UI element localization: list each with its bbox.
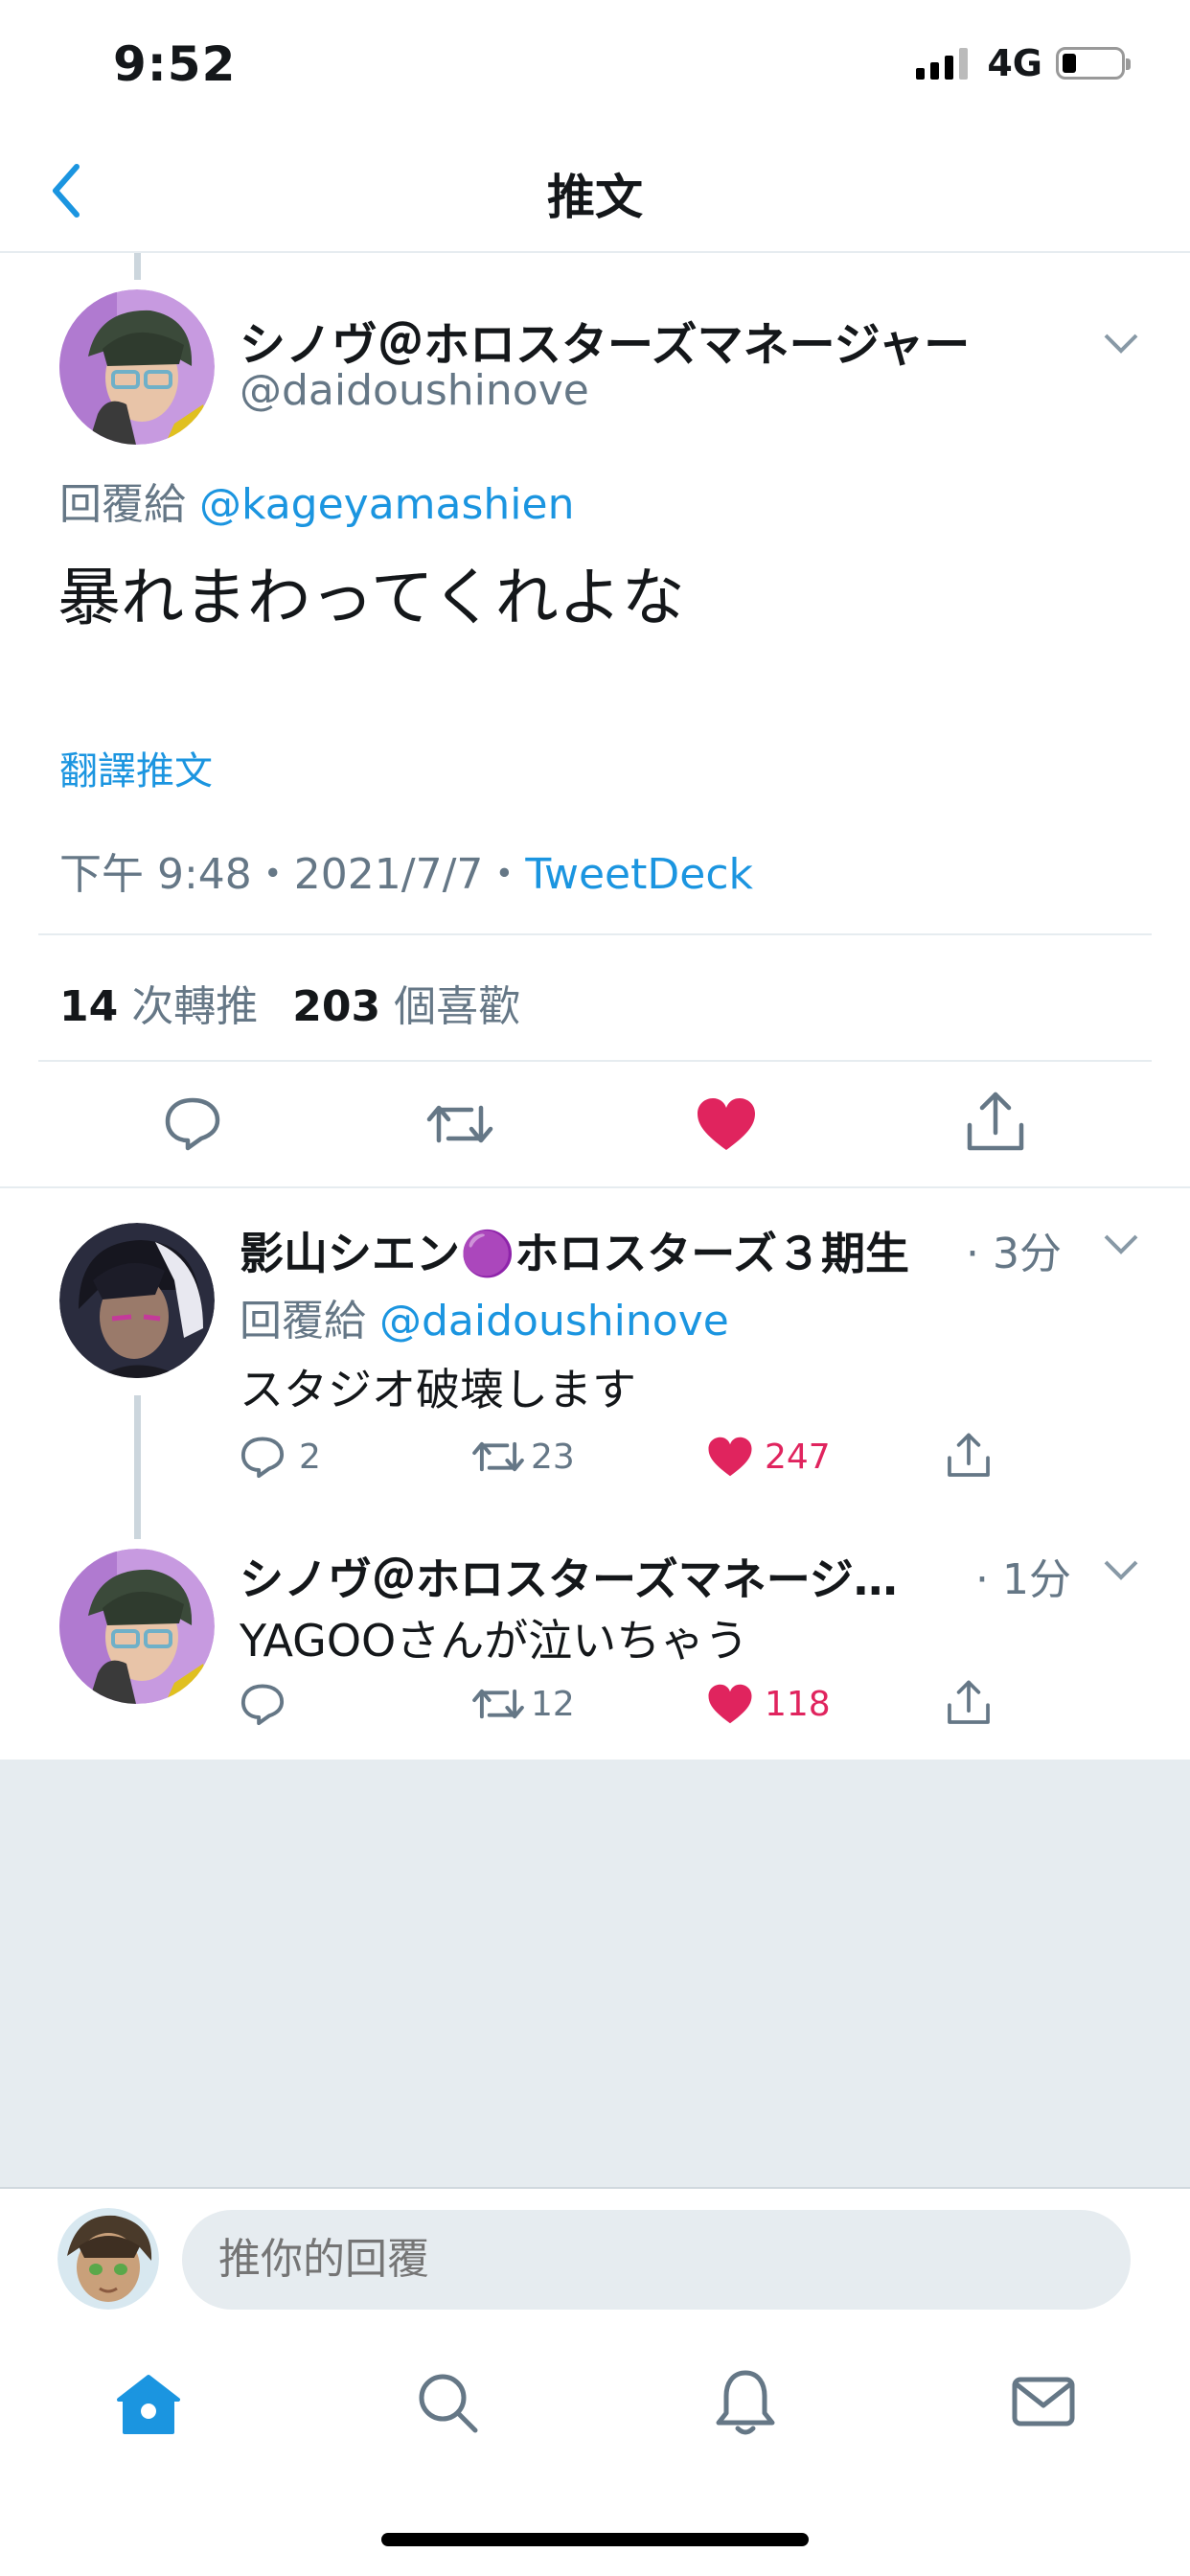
share-icon[interactable] xyxy=(947,1679,991,1727)
divider xyxy=(38,1060,1152,1062)
source-link[interactable]: TweetDeck xyxy=(525,850,753,899)
status-time: 9:52 xyxy=(113,36,237,92)
timestamp: 下午 9:48・2021/7/7・ xyxy=(59,850,526,899)
retweet-action[interactable]: 12 xyxy=(471,1683,575,1725)
retweet-icon[interactable] xyxy=(471,1683,525,1725)
tweet-text: YAGOOさんが泣いちゃう xyxy=(240,1615,749,1667)
avatar[interactable] xyxy=(59,1549,215,1704)
reply-context: 回覆給 @kageyamashien xyxy=(59,470,575,531)
reply-prefix: 回覆給 xyxy=(240,1297,366,1346)
like-action[interactable]: 118 xyxy=(707,1683,831,1725)
like-icon-filled[interactable] xyxy=(707,1436,753,1478)
status-indicators: 4G xyxy=(916,42,1131,84)
thread-line xyxy=(134,1395,141,1539)
search-icon[interactable] xyxy=(416,2371,479,2434)
divider xyxy=(0,2187,1190,2189)
display-name[interactable]: シノヴ＠ホロスターズマネージャー xyxy=(240,307,970,374)
reply-prefix: 回覆給 xyxy=(59,480,186,529)
tweet-text: スタジオ破壊します xyxy=(240,1364,636,1415)
retweet-icon[interactable] xyxy=(471,1436,525,1478)
tweet-meta: 下午 9:48・2021/7/7・TweetDeck xyxy=(59,840,753,901)
engagement-stats: 14 次轉推 203 個喜歡 xyxy=(59,972,520,1033)
reply-icon[interactable] xyxy=(163,1094,222,1152)
avatar[interactable] xyxy=(59,1223,215,1378)
retweet-label: 次轉推 xyxy=(131,982,259,1031)
share-icon[interactable] xyxy=(947,1432,991,1480)
tweet-text: 暴れまわってくれよな xyxy=(57,561,685,634)
battery-icon xyxy=(1056,47,1131,80)
home-indicator[interactable] xyxy=(381,2533,809,2546)
network-type: 4G xyxy=(987,42,1042,84)
display-name[interactable]: 影山シエン🟣ホロスターズ３期生 xyxy=(240,1219,909,1282)
like-icon-filled[interactable] xyxy=(707,1683,753,1725)
reply-context: 回覆給 @daidoushinove xyxy=(240,1286,729,1347)
notifications-bell-icon[interactable] xyxy=(715,2367,776,2438)
divider xyxy=(0,1186,1190,1188)
avatar[interactable] xyxy=(59,289,215,445)
empty-area xyxy=(0,1761,1190,2187)
reply-to-link[interactable]: @kageyamashien xyxy=(199,480,575,529)
translate-link[interactable]: 翻譯推文 xyxy=(59,740,213,795)
home-icon[interactable] xyxy=(115,2373,182,2436)
retweet-count: 12 xyxy=(531,1684,575,1724)
retweet-count[interactable]: 14 xyxy=(59,982,118,1031)
reply-icon[interactable] xyxy=(240,1681,286,1727)
page-title: 推文 xyxy=(547,170,643,225)
reply-input[interactable] xyxy=(182,2210,1131,2310)
display-name[interactable]: シノヴ＠ホロスターズマネージ… xyxy=(240,1545,898,1608)
like-count: 118 xyxy=(765,1684,831,1724)
share-icon[interactable] xyxy=(966,1091,1025,1154)
like-count: 247 xyxy=(765,1437,831,1477)
reply-action[interactable]: 2 xyxy=(240,1434,321,1480)
like-icon-filled[interactable] xyxy=(696,1096,757,1152)
thread-line xyxy=(134,253,141,280)
my-avatar[interactable] xyxy=(57,2208,159,2310)
like-action[interactable]: 247 xyxy=(707,1436,831,1478)
nav-divider xyxy=(0,251,1190,253)
like-count[interactable]: 203 xyxy=(292,982,380,1031)
like-label: 個喜歡 xyxy=(394,982,521,1031)
reply-to-link[interactable]: @daidoushinove xyxy=(379,1297,729,1346)
retweet-action[interactable]: 23 xyxy=(471,1436,575,1478)
messages-mail-icon[interactable] xyxy=(1012,2377,1075,2426)
divider xyxy=(38,933,1152,935)
retweet-icon[interactable] xyxy=(425,1098,494,1150)
reply-action[interactable] xyxy=(240,1681,299,1727)
reply-count: 2 xyxy=(299,1437,321,1477)
reply-icon[interactable] xyxy=(240,1434,286,1480)
retweet-count: 23 xyxy=(531,1437,575,1477)
chevron-down-icon[interactable] xyxy=(1102,332,1140,355)
tweet-time: · 3分 xyxy=(966,1230,1062,1278)
signal-icon xyxy=(916,47,969,80)
chevron-down-icon[interactable] xyxy=(1102,1232,1140,1255)
tweet-time: · 1分 xyxy=(975,1555,1071,1604)
user-handle[interactable]: @daidoushinove xyxy=(240,366,589,415)
chevron-down-icon[interactable] xyxy=(1102,1558,1140,1581)
